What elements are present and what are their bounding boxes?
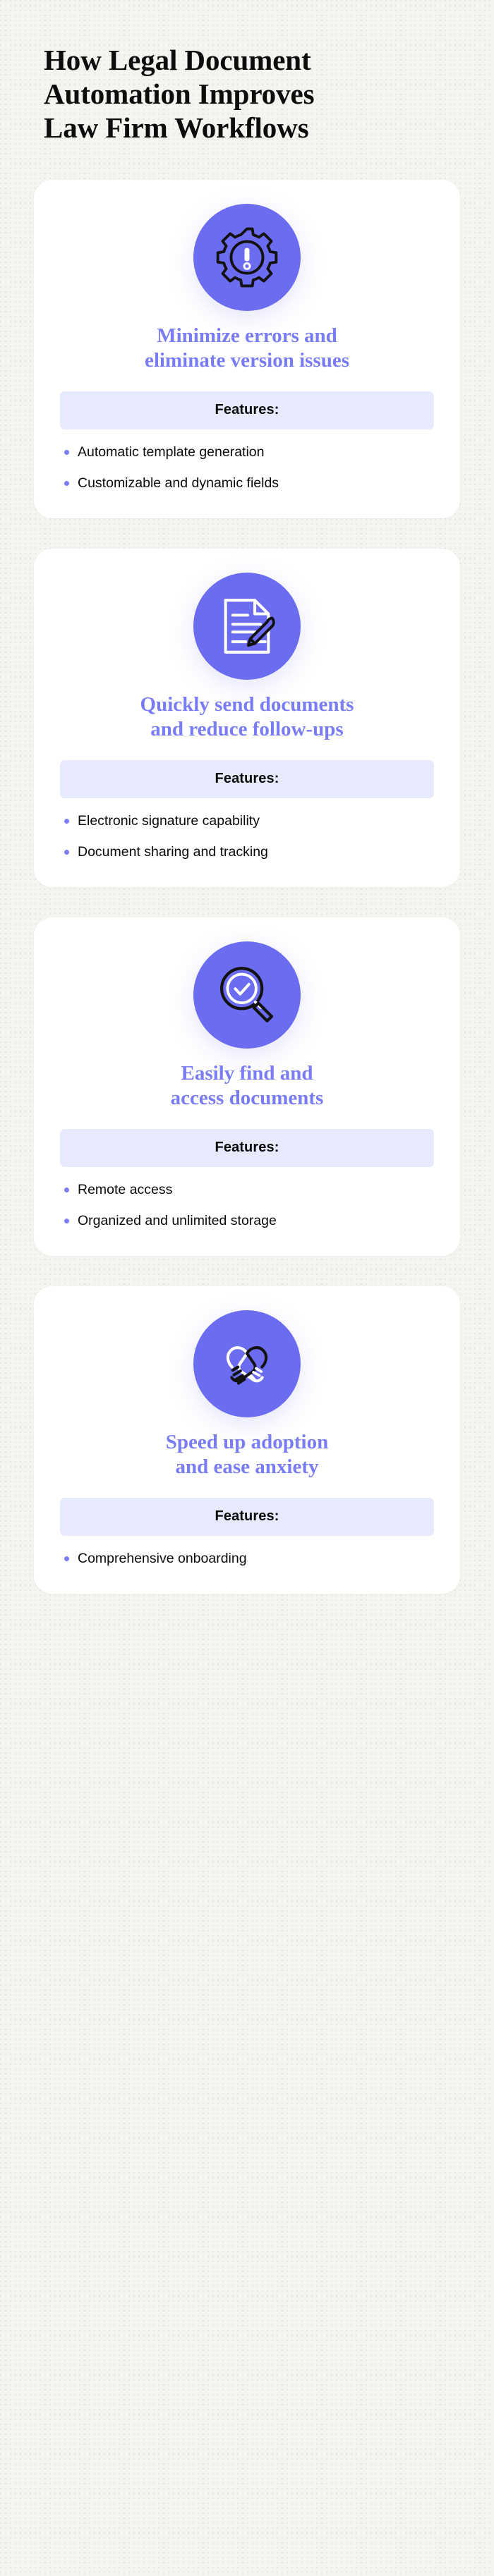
feature-list: Electronic signature capability Document… [60, 812, 434, 862]
list-item: Comprehensive onboarding [64, 1549, 431, 1568]
card-heading: Easily find and access documents [60, 1061, 434, 1111]
list-item: Remote access [64, 1180, 431, 1200]
list-item: Electronic signature capability [64, 812, 431, 831]
feature-text: Comprehensive onboarding [78, 1550, 247, 1566]
features-bar: Features: [60, 760, 434, 799]
feature-text: Remote access [78, 1182, 173, 1197]
feature-list: Comprehensive onboarding [60, 1549, 434, 1568]
features-bar: Features: [60, 391, 434, 430]
feature-text: Automatic template generation [78, 444, 265, 460]
card-list: Minimize errors and eliminate version is… [0, 179, 494, 1594]
feature-text: Organized and unlimited storage [78, 1212, 277, 1228]
list-item: Document sharing and tracking [64, 843, 431, 862]
bullet-dot-icon [64, 1218, 69, 1223]
features-bar: Features: [60, 1129, 434, 1167]
card-heading-line-1: Speed up adoption [165, 1430, 329, 1453]
title-section: How Legal Document Automation Improves L… [0, 0, 494, 145]
icon-badge-wrap [60, 1310, 434, 1417]
benefit-card: Quickly send documents and reduce follow… [34, 548, 460, 887]
card-heading-line-2: and ease anxiety [175, 1455, 319, 1478]
page-title: How Legal Document Automation Improves L… [44, 44, 450, 145]
page-title-line-3: Law Firm Workflows [44, 111, 309, 144]
card-heading: Minimize errors and eliminate version is… [60, 324, 434, 373]
card-heading-line-2: and reduce follow-ups [150, 717, 344, 740]
benefit-card: Easily find and access documents Feature… [34, 917, 460, 1256]
features-bar: Features: [60, 1497, 434, 1536]
card-heading: Quickly send documents and reduce follow… [60, 692, 434, 742]
bullet-dot-icon [64, 480, 69, 486]
feature-text: Customizable and dynamic fields [78, 475, 279, 491]
document-pencil-icon [215, 594, 279, 659]
features-label: Features: [215, 1140, 279, 1155]
bullet-dot-icon [64, 1188, 69, 1192]
benefit-card: Minimize errors and eliminate version is… [34, 179, 460, 518]
card-heading-line-1: Quickly send documents [140, 692, 354, 716]
feature-text: Document sharing and tracking [78, 843, 268, 860]
card-heading-line-2: access documents [170, 1086, 324, 1109]
bullet-dot-icon [64, 1556, 69, 1561]
benefit-card: Speed up adoption and ease anxiety Featu… [34, 1286, 460, 1594]
icon-badge-wrap [60, 203, 434, 311]
gear-exclamation-icon [215, 225, 279, 290]
features-label: Features: [215, 771, 279, 787]
page-title-line-2: Automation Improves [44, 77, 315, 110]
feature-list: Automatic template generation Customizab… [60, 443, 434, 493]
icon-badge [193, 1310, 301, 1417]
infographic-page: How Legal Document Automation Improves L… [0, 0, 494, 1594]
features-label: Features: [215, 1508, 279, 1524]
list-item: Automatic template generation [64, 443, 431, 462]
card-heading-line-1: Easily find and [181, 1061, 313, 1085]
list-item: Organized and unlimited storage [64, 1211, 431, 1231]
icon-badge [193, 941, 301, 1049]
icon-badge-wrap [60, 941, 434, 1049]
bullet-dot-icon [64, 849, 69, 855]
icon-badge-wrap [60, 572, 434, 680]
card-heading: Speed up adoption and ease anxiety [60, 1430, 434, 1479]
features-label: Features: [215, 402, 279, 418]
icon-badge [193, 572, 301, 680]
bullet-dot-icon [64, 819, 69, 824]
list-item: Customizable and dynamic fields [64, 474, 431, 493]
feature-list: Remote access Organized and unlimited st… [60, 1180, 434, 1231]
page-title-line-1: How Legal Document [44, 44, 311, 76]
magnifier-check-icon [215, 963, 279, 1027]
card-heading-line-1: Minimize errors and [157, 324, 337, 347]
card-heading-line-2: eliminate version issues [145, 348, 349, 372]
feature-text: Electronic signature capability [78, 813, 260, 829]
icon-badge [193, 203, 301, 311]
handshake-heart-icon [215, 1331, 279, 1396]
bullet-dot-icon [64, 450, 69, 456]
